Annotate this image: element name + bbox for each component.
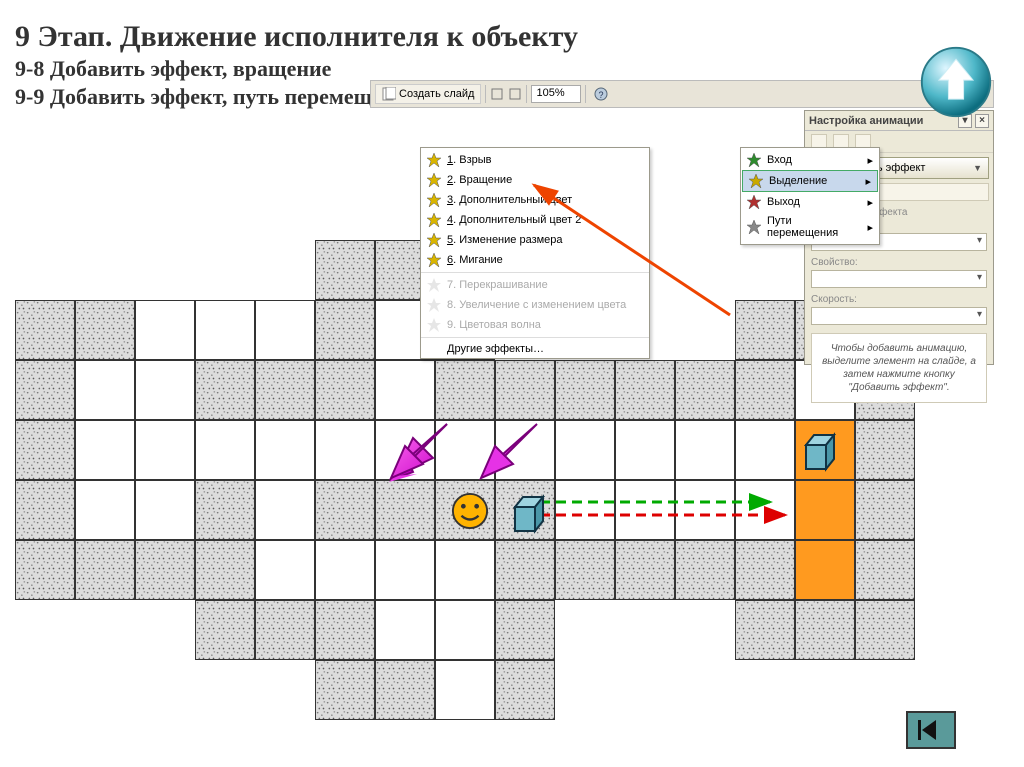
property-label: Свойство: — [805, 255, 993, 268]
toolbar-icon-1[interactable] — [490, 87, 504, 101]
new-slide-label: Создать слайд — [399, 88, 474, 100]
chevron-down-icon: ▼ — [973, 163, 982, 173]
nav-up-button[interactable] — [918, 44, 994, 120]
other-effects-item[interactable]: Другие эффекты… — [421, 340, 649, 358]
effect-item[interactable]: 1. Взрыв — [421, 150, 649, 170]
animation-pane-title: Настройка анимации — [809, 115, 923, 127]
effect-category-item[interactable]: Пути перемещения▸ — [741, 212, 879, 242]
effect-category-menu: Вход▸Выделение▸Выход▸Пути перемещения▸ — [740, 147, 880, 245]
performer-smiley — [451, 492, 489, 530]
svg-text:?: ? — [599, 90, 604, 100]
pointer-arrow — [520, 175, 740, 325]
effect-category-item[interactable]: Вход▸ — [741, 150, 879, 170]
page-title: 9 Этап. Движение исполнителя к объекту — [15, 20, 578, 54]
toolbar-separator — [526, 85, 527, 103]
subtitle-line-1: 9-8 Добавить эффект, вращение — [15, 56, 578, 82]
zoom-field[interactable]: 105% — [531, 85, 581, 103]
target-cube-2 — [800, 431, 842, 473]
speed-dropdown[interactable] — [811, 307, 987, 325]
speed-label: Скорость: — [805, 292, 993, 305]
target-cube-1 — [509, 493, 551, 535]
magenta-arrow-1 — [387, 414, 457, 484]
property-dropdown[interactable] — [811, 270, 987, 288]
pane-hint-text: Чтобы добавить анимацию, выделите элемен… — [811, 333, 987, 403]
magenta-arrow-2 — [477, 414, 547, 484]
nav-prev-button[interactable] — [906, 711, 956, 749]
toolbar-separator — [585, 85, 586, 103]
app-toolbar: Создать слайд 105% ? — [370, 80, 994, 108]
toolbar-icon-2[interactable] — [508, 87, 522, 101]
effect-category-item[interactable]: Выделение▸ — [742, 170, 878, 192]
help-icon[interactable]: ? — [594, 87, 608, 101]
toolbar-separator — [485, 85, 486, 103]
new-slide-button[interactable]: Создать слайд — [375, 84, 481, 104]
effect-category-item[interactable]: Выход▸ — [741, 192, 879, 212]
